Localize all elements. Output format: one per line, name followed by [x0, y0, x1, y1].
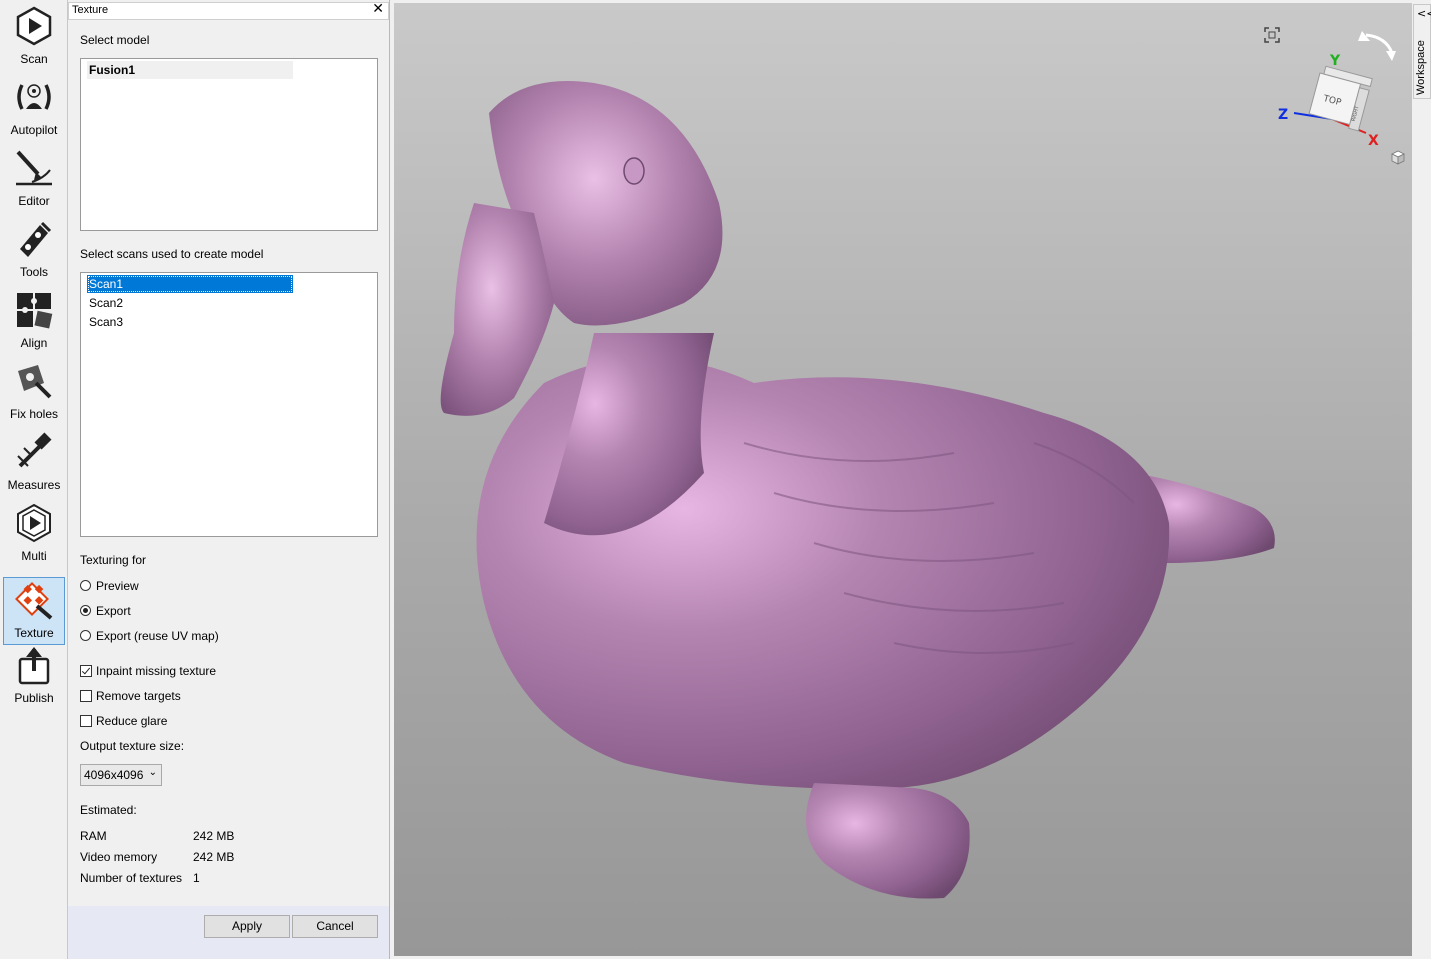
checkbox[interactable]: [80, 665, 92, 677]
editor-icon: [16, 150, 52, 186]
estimate-ram-value: 242 MB: [193, 829, 235, 843]
texture-size-value: 4096x4096: [84, 768, 144, 782]
collapse-chevron-icon[interactable]: <<: [1417, 7, 1431, 20]
scan-icon: [16, 6, 52, 46]
model-item-fusion1[interactable]: Fusion1: [87, 61, 293, 79]
estimate-video-memory-value: 242 MB: [193, 850, 235, 864]
texturing-for-label: Texturing for: [80, 553, 147, 567]
radio-label: Export (reuse UV map): [96, 629, 219, 643]
view-cube-menu-icon[interactable]: [1391, 150, 1405, 165]
axis-z-label: Z: [1278, 107, 1288, 123]
toolbar-label: Tools: [19, 265, 48, 279]
toolbar-item-multi[interactable]: Multi: [3, 499, 65, 567]
toolbar-label: Publish: [14, 691, 54, 705]
multi-icon: [17, 503, 51, 543]
estimate-textures-value: 1: [193, 871, 200, 885]
model-listbox[interactable]: Fusion1: [80, 58, 378, 231]
texture-size-select[interactable]: 4096x4096 ⌄: [80, 764, 162, 786]
texture-icon: [15, 582, 53, 620]
scan-item-scan3[interactable]: Scan3: [87, 313, 293, 331]
scan-item-scan1[interactable]: Scan1: [87, 275, 293, 293]
axis-y-label: Y: [1329, 53, 1341, 69]
radio-label: Preview: [96, 579, 139, 593]
toolbar-label: Editor: [18, 194, 50, 208]
toolbar-label: Autopilot: [10, 123, 58, 137]
cancel-button[interactable]: Cancel: [292, 915, 378, 938]
toolbar-label: Multi: [21, 549, 47, 563]
tools-icon: [20, 221, 52, 257]
toolbar-item-editor[interactable]: Editor: [3, 144, 65, 212]
workspace-label: Workspace: [1415, 40, 1427, 95]
estimated-label: Estimated:: [80, 803, 137, 817]
toolbar-item-autopilot[interactable]: Autopilot: [3, 73, 65, 141]
radio-button[interactable]: [80, 605, 91, 616]
toolbar-label: Scan: [20, 52, 48, 66]
select-model-label: Select model: [80, 33, 150, 47]
radio-button[interactable]: [80, 630, 91, 641]
toolbar-label: Texture: [14, 626, 54, 640]
output-size-label: Output texture size:: [80, 739, 185, 753]
select-scans-label: Select scans used to create model: [80, 247, 264, 261]
estimate-textures-label: Number of textures: [80, 871, 183, 885]
apply-button[interactable]: Apply: [204, 915, 290, 938]
publish-icon: [18, 647, 50, 685]
toolbar-item-measures[interactable]: Measures: [3, 428, 65, 496]
checkbox[interactable]: [80, 715, 92, 727]
radio-button[interactable]: [80, 580, 91, 591]
checkbox-label: Inpaint missing texture: [96, 664, 217, 678]
main-toolbar: Scan Autopilot Editor Tools Align Fix ho…: [0, 0, 68, 959]
chevron-down-icon: ⌄: [148, 767, 157, 778]
toolbar-label: Fix holes: [9, 407, 59, 421]
radio-label: Export: [96, 604, 131, 618]
texture-panel: Texture ✕ Select model Fusion1 Select sc…: [68, 0, 390, 959]
panel-title-bar: Texture ✕: [68, 1, 389, 20]
scan-item-scan2[interactable]: Scan2: [87, 294, 293, 312]
align-icon: [17, 293, 53, 329]
checkbox-label: Reduce glare: [96, 714, 168, 728]
estimate-video-memory-label: Video memory: [80, 850, 158, 864]
duck-model[interactable]: [394, 3, 1412, 956]
toolbar-item-scan[interactable]: Scan: [3, 2, 65, 70]
orientation-gizmo[interactable]: TOP RIGHT Y Z X: [1274, 23, 1412, 183]
scans-listbox[interactable]: Scan1 Scan2 Scan3: [80, 272, 378, 537]
toolbar-item-publish[interactable]: Publish: [3, 641, 65, 709]
toolbar-label: Align: [20, 336, 48, 350]
autopilot-icon: [17, 84, 51, 110]
close-icon[interactable]: ✕: [372, 1, 384, 17]
workspace-tab[interactable]: << Workspace: [1413, 4, 1431, 99]
panel-title: Texture: [72, 4, 109, 16]
measures-icon: [17, 432, 52, 468]
estimate-ram-label: RAM: [80, 829, 107, 843]
toolbar-label: Measures: [7, 478, 61, 492]
3d-viewport[interactable]: TOP RIGHT Y Z X: [394, 3, 1412, 956]
fix-holes-icon: [18, 365, 52, 399]
checkbox-label: Remove targets: [96, 689, 181, 703]
axis-x-label: X: [1368, 133, 1379, 149]
toolbar-item-tools[interactable]: Tools: [3, 215, 65, 283]
toolbar-item-fix-holes[interactable]: Fix holes: [3, 357, 65, 425]
checkbox[interactable]: [80, 690, 92, 702]
toolbar-item-align[interactable]: Align: [3, 286, 65, 354]
toolbar-item-texture[interactable]: Texture: [3, 577, 65, 645]
